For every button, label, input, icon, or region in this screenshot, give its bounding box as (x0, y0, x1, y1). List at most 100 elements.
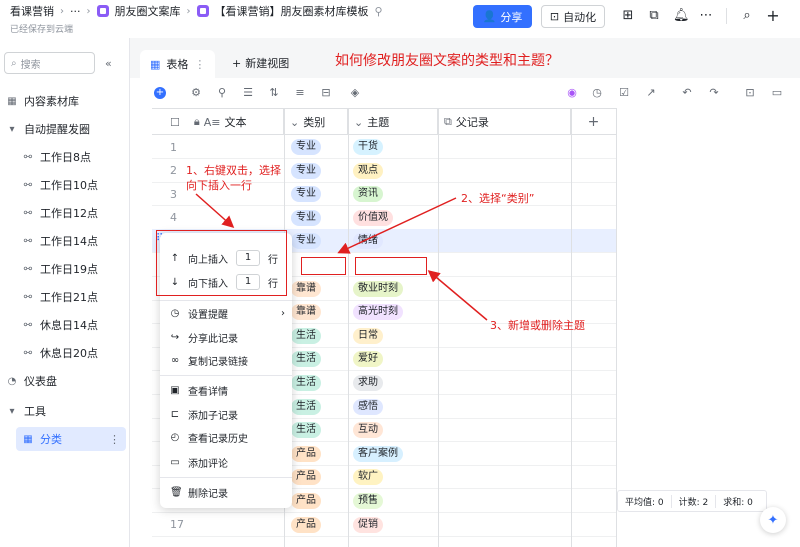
table-row[interactable]: 1 专业 干货 (152, 135, 616, 159)
category-cell[interactable]: 生活 (291, 395, 321, 419)
ai-icon[interactable]: ◉ (566, 87, 578, 99)
category-cell[interactable]: 产品 (291, 489, 321, 513)
sidebar-item-holiday-14[interactable]: ⚯ 休息日14点 (0, 313, 128, 337)
topic-cell[interactable]: 客户案例 (353, 442, 403, 466)
menu-item-add-child[interactable]: ⊏ 添加子记录 (170, 404, 285, 424)
sidebar-item-auto-remind[interactable]: ▾ 自动提醒发圈 (0, 117, 128, 141)
topic-cell[interactable]: 价值观 (353, 206, 393, 230)
topic-cell[interactable]: 高光时刻 (353, 300, 403, 324)
automation-button[interactable]: ⊡ 自动化 (541, 5, 605, 28)
category-cell[interactable]: 靠谱 (291, 277, 321, 301)
sidebar-item-workday-14[interactable]: ⚯ 工作日14点 (0, 229, 128, 253)
sidebar-search[interactable]: ⌕ 搜索 (4, 52, 95, 74)
column-header-topic[interactable]: ⌄ 主题 (348, 109, 438, 135)
undo-icon[interactable]: ↶ (681, 87, 693, 99)
sidebar-item-workday-12[interactable]: ⚯ 工作日12点 (0, 201, 128, 225)
category-cell[interactable]: 靠谱 (291, 300, 321, 324)
settings-icon[interactable]: ⚙ (190, 87, 202, 99)
topic-cell[interactable]: 感悟 (353, 395, 383, 419)
category-cell[interactable]: 专业 (291, 135, 321, 159)
topic-cell[interactable]: 促销 (353, 513, 383, 537)
category-cell[interactable]: 产品 (291, 465, 321, 489)
more-vertical-icon[interactable]: ⋮ (194, 58, 205, 71)
category-cell[interactable]: 产品 (291, 442, 321, 466)
redo-icon[interactable]: ↷ (708, 87, 720, 99)
column-header-category[interactable]: ⌄ 类别 (284, 109, 348, 135)
topic-cell[interactable]: 软广 (353, 465, 383, 489)
topic-cell[interactable]: 日常 (353, 324, 383, 348)
category-cell[interactable]: 专业 (291, 159, 321, 183)
topic-cell[interactable]: 敬业时刻 (353, 277, 403, 301)
sidebar-item-workday-19[interactable]: ⚯ 工作日19点 (0, 257, 128, 281)
category-cell[interactable]: 专业 (291, 206, 321, 230)
check-icon[interactable]: ☑ (618, 87, 630, 99)
sidebar-item-category[interactable]: ▦ 分类 ⋮ (16, 427, 126, 451)
breadcrumb-folder[interactable]: 朋友圈文案库 (115, 3, 181, 19)
menu-item-history[interactable]: ◴ 查看记录历史 (170, 427, 285, 447)
topic-cell[interactable]: 爱好 (353, 347, 383, 371)
column-header-text[interactable]: ☐ 🔒︎ A≡ 文本 (152, 109, 284, 135)
topic-cell[interactable]: 预售 (353, 489, 383, 513)
topic-cell[interactable]: 资讯 (353, 182, 383, 206)
sidebar-item-workday-10[interactable]: ⚯ 工作日10点 (0, 173, 128, 197)
breadcrumb-ellipsis[interactable]: ··· (70, 5, 81, 18)
sidebar-item-workday-8[interactable]: ⚯ 工作日8点 (0, 145, 128, 169)
more-icon[interactable]: ⋯ (699, 9, 713, 23)
category-cell[interactable]: 生活 (291, 324, 321, 348)
menu-item-copy-link[interactable]: ∞ 复制记录链接 (170, 350, 285, 370)
category-cell[interactable]: 专业 (291, 182, 321, 206)
pin-icon[interactable]: ⚲ (375, 5, 383, 18)
topic-cell[interactable]: 干货 (353, 135, 383, 159)
hide-field-icon[interactable]: ⊟ (320, 87, 332, 99)
group-icon[interactable]: ☰ (242, 87, 254, 99)
ai-assistant-button[interactable]: ✦ (760, 507, 786, 533)
category-cell[interactable]: 产品 (291, 513, 321, 537)
topic-cell[interactable]: 求助 (353, 371, 383, 395)
add-icon[interactable]: + (766, 8, 780, 24)
paint-bucket-icon[interactable]: ◈ (349, 87, 361, 99)
checkbox-icon[interactable]: ☐ (170, 116, 180, 129)
more-vertical-icon[interactable]: ⋮ (109, 433, 120, 446)
tab-table[interactable]: ▦ 表格 ⋮ (140, 50, 215, 78)
sidebar-item-dashboard[interactable]: ◔ 仪表盘 (0, 369, 128, 393)
expand-icon[interactable]: ⊡ (744, 87, 756, 99)
sum-stat[interactable]: 求和: 0 (716, 495, 760, 508)
new-view-button[interactable]: + 新建视图 (232, 55, 289, 71)
comment-icon[interactable]: ▭ (771, 87, 783, 99)
topic-cell[interactable]: 情绪 (353, 229, 383, 253)
topic-cell[interactable]: 互动 (353, 418, 383, 442)
menu-item-view-detail[interactable]: ▣ 查看详情 (170, 380, 285, 400)
table-row[interactable]: 17 产品 促销 (152, 513, 616, 537)
average-stat[interactable]: 平均值: 0 (618, 494, 672, 508)
category-cell[interactable]: 生活 (291, 371, 321, 395)
add-record-icon[interactable]: + (154, 87, 166, 99)
menu-item-delete[interactable]: 🗑︎ 删除记录 (170, 482, 285, 502)
sidebar-item-holiday-20[interactable]: ⚯ 休息日20点 (0, 341, 128, 365)
collapse-sidebar-icon[interactable]: « (105, 57, 112, 70)
history-icon[interactable]: ◷ (591, 87, 603, 99)
document-title[interactable]: 【看课营销】朋友圈素材库模板 (215, 3, 369, 19)
sidebar-item-content-library[interactable]: ▦ 内容素材库 (0, 89, 128, 113)
row-height-icon[interactable]: ≡ (294, 87, 306, 99)
share-icon[interactable]: ↗ (645, 87, 657, 99)
category-cell[interactable]: 专业 (291, 229, 321, 253)
table-row[interactable]: 4 专业 价值观 (152, 206, 616, 230)
sidebar-item-tools[interactable]: ▾ 工具 (0, 399, 128, 423)
filter-icon[interactable]: ⚲ (216, 87, 228, 99)
category-cell[interactable]: 生活 (291, 418, 321, 442)
template-icon[interactable]: ⊞ (621, 9, 635, 23)
sidebar-item-workday-21[interactable]: ⚯ 工作日21点 (0, 285, 128, 309)
count-stat[interactable]: 计数: 2 (672, 494, 717, 508)
add-field-icon[interactable]: + (571, 109, 616, 135)
plugin-icon[interactable]: ⧉ (647, 9, 661, 23)
sort-icon[interactable]: ⇅ (268, 87, 280, 99)
bell-icon[interactable]: 🔔︎ (673, 9, 690, 23)
topic-cell[interactable]: 观点 (353, 159, 383, 183)
menu-item-share-record[interactable]: ↪ 分享此记录 (170, 327, 285, 347)
breadcrumb-root[interactable]: 看课营销 (10, 3, 54, 19)
menu-item-set-reminder[interactable]: ◷ 设置提醒 › (170, 303, 285, 323)
category-cell[interactable]: 生活 (291, 347, 321, 371)
search-icon[interactable]: ⌕ (740, 9, 754, 23)
menu-item-add-comment[interactable]: ▭ 添加评论 (170, 452, 285, 472)
share-button[interactable]: 👤 分享 (473, 5, 532, 28)
